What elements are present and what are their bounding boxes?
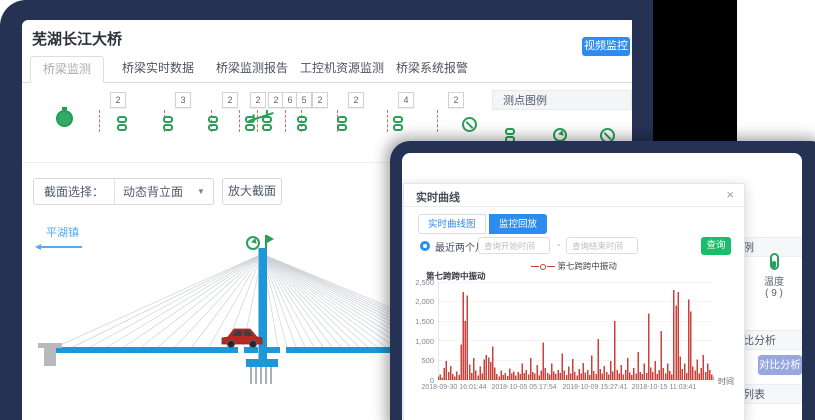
bridge-abutment	[44, 348, 56, 366]
query-start-time-input[interactable]	[478, 237, 550, 254]
tab-realtime-curve[interactable]: 实时曲线图	[418, 214, 486, 234]
sensor-count-badge: 5	[296, 92, 312, 108]
legend-marker-icon	[540, 264, 546, 270]
deck-gap	[280, 347, 286, 353]
sensor-count-badge: 2	[250, 92, 266, 108]
tab-bridge-system-alarm[interactable]: 桥梁系统报警	[384, 56, 480, 81]
query-button[interactable]: 查询	[701, 237, 731, 255]
realtime-curve-modal: 实时曲线 × 实时曲线图 监控回放 最近两个月 - 查询 第七跨跨中振动 第七跨…	[403, 183, 745, 420]
chevron-down-icon: ▼	[197, 187, 205, 196]
y-tick-label: 1,000	[404, 337, 434, 346]
alarm-dash-line	[257, 110, 258, 132]
modal-header: 实时曲线 ×	[404, 184, 744, 207]
main-tabbar: 桥梁监测 桥梁实时数据 桥梁监测报告 工控机资源监测 桥梁系统报警 视频监控	[22, 56, 632, 83]
chain-link-icon[interactable]	[297, 116, 307, 131]
alarm-dash-line	[285, 110, 286, 132]
overlay-window: 测点图例 温度 ( 9 ) 数据对比分析 对比分析 监测点列表 实时曲线 × 实…	[402, 153, 802, 420]
pier-column	[265, 367, 267, 384]
chain-link-icon[interactable]	[208, 116, 218, 131]
y-tick-label: 2,500	[404, 278, 434, 287]
no-entry-icon	[462, 117, 477, 132]
compare-analysis-button[interactable]: 对比分析	[758, 355, 802, 375]
y-tick-label: 2,000	[404, 297, 434, 306]
chain-link-icon[interactable]	[262, 116, 272, 131]
section-select-group: 截面选择： 动态背立面 ▼	[33, 178, 214, 205]
chain-link-icon[interactable]	[337, 116, 347, 131]
y-tick-label: 500	[404, 356, 434, 365]
chart-title: 第七跨跨中振动	[426, 270, 486, 282]
bridge-pier-cap	[246, 359, 278, 367]
alarm-dash-line	[99, 110, 100, 132]
x-axis-name: 时间	[718, 376, 734, 387]
enlarge-section-button[interactable]: 放大截面	[222, 178, 282, 205]
legend-series-label: 第七跨跨中振动	[557, 261, 617, 271]
alarm-dash-line	[437, 110, 438, 132]
page-title: 芜湖长江大桥	[32, 28, 122, 49]
sensor-count-badge: 2	[348, 92, 364, 108]
tab-bridge-monitoring[interactable]: 桥梁监测	[30, 56, 104, 83]
sensor-count-badge: 2	[312, 92, 328, 108]
screen: 芜湖长江大桥 桥梁监测 桥梁实时数据 桥梁监测报告 工控机资源监测 桥梁系统报警…	[0, 0, 815, 420]
thermometer-icon	[770, 253, 779, 270]
video-monitor-button[interactable]: 视频监控	[582, 37, 630, 56]
temperature-label: 温度	[764, 277, 784, 288]
sensor-count-badge: 3	[175, 92, 191, 108]
chain-link-icon[interactable]	[163, 116, 173, 131]
sensor-count-badge: 2	[448, 92, 464, 108]
x-tick-label: 2018-10-05 05:17:54	[492, 384, 557, 391]
sensor-count-badge: 2	[110, 92, 126, 108]
temperature-legend-item[interactable]: 温度 ( 9 )	[756, 253, 792, 299]
temperature-count: ( 9 )	[765, 288, 783, 299]
query-end-time-input[interactable]	[566, 237, 638, 254]
x-tick-label: 2018-10-15 11:03:41	[632, 384, 696, 391]
chain-link-icon[interactable]	[117, 116, 127, 131]
pier-column	[255, 367, 257, 384]
sensor-count-badge: 4	[398, 92, 414, 108]
chart-plot-area[interactable]	[438, 282, 714, 380]
pier-column	[250, 367, 252, 384]
pier-column	[260, 367, 262, 384]
legend-marker-icon	[547, 266, 555, 267]
x-tick-label: 2018-09-30 16:01:44	[422, 384, 487, 391]
alarm-dash-line	[387, 110, 388, 132]
tab-bridge-monitor-report[interactable]: 桥梁监测报告	[204, 56, 300, 81]
car-graphic	[220, 324, 264, 350]
date-range-separator: -	[557, 240, 560, 251]
close-icon[interactable]: ×	[726, 187, 734, 202]
section-select-label: 截面选择：	[34, 183, 114, 200]
x-tick-label: 2018-10-09 15:27:41	[563, 384, 628, 391]
last-two-months-radio[interactable]	[420, 241, 430, 251]
modal-title: 实时曲线	[416, 189, 460, 205]
background-black-region	[653, 0, 737, 141]
tower-flag-icon	[265, 235, 267, 248]
stopwatch-icon	[56, 110, 73, 127]
tab-bridge-realtime-data[interactable]: 桥梁实时数据	[110, 56, 206, 81]
refresh-circle-icon	[553, 128, 567, 142]
section-select-dropdown[interactable]: 动态背立面 ▼	[114, 179, 213, 204]
legend-marker-icon	[531, 266, 539, 267]
y-tick-label: 1,500	[404, 317, 434, 326]
section-select-value: 动态背立面	[123, 183, 183, 200]
pier-column	[270, 367, 272, 384]
tower-sensor-refresh-icon	[246, 236, 260, 250]
sensor-count-badge: 2	[222, 92, 238, 108]
chain-link-icon[interactable]	[393, 116, 403, 131]
legend-panel-header: 测点图例	[492, 90, 632, 110]
tab-ipc-resource-monitor[interactable]: 工控机资源监测	[288, 56, 396, 81]
tab-monitor-playback[interactable]: 监控回放	[489, 214, 547, 234]
alarm-dash-line	[239, 110, 240, 132]
